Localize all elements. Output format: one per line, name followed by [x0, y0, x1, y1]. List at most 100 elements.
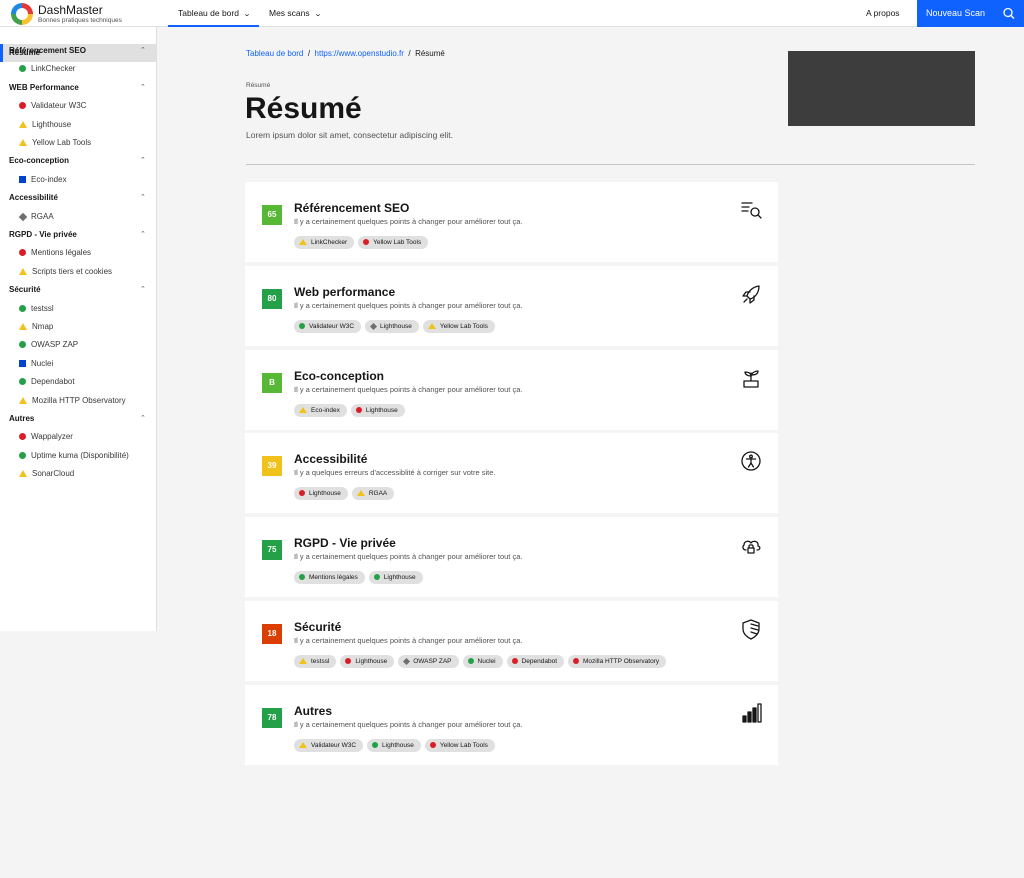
sidebar-category[interactable]: Eco-conception: [9, 156, 69, 166]
status-err-icon: [511, 658, 518, 664]
search-button[interactable]: [994, 0, 1024, 27]
divider: [246, 164, 975, 165]
card-title[interactable]: Web performance: [294, 285, 395, 299]
category-card[interactable]: B Eco-conception Il y a certainement quelq…: [245, 349, 778, 430]
chevron-up-icon[interactable]: ⌃: [140, 230, 146, 238]
sidebar-item[interactable]: Nmap: [19, 322, 53, 332]
chevron-up-icon[interactable]: ⌃: [140, 46, 146, 54]
tool-tag-label: Lighthouse: [365, 406, 398, 414]
sidebar-category[interactable]: WEB Performance: [9, 83, 79, 93]
sidebar-item[interactable]: Scripts tiers et cookies: [19, 267, 112, 277]
sidebar-category[interactable]: Sécurité: [9, 285, 41, 295]
tool-tag[interactable]: Validateur W3C: [294, 738, 364, 752]
tool-tag[interactable]: Lighthouse: [350, 403, 405, 417]
sidebar-item[interactable]: Uptime kuma (Disponibilité): [19, 451, 129, 461]
tool-tag-label: Validateur W3C: [311, 741, 357, 749]
new-scan-button[interactable]: Nouveau Scan: [917, 0, 994, 27]
tool-tag[interactable]: RGAA: [351, 487, 395, 501]
card-description: Il y a quelques erreurs d'accessiblité à…: [294, 468, 496, 478]
breadcrumb: Tableau de bord / https://www.openstudio…: [246, 49, 445, 59]
chevron-up-icon[interactable]: ⌃: [140, 83, 146, 91]
card-title[interactable]: Référencement SEO: [294, 201, 409, 215]
tool-tag[interactable]: testssl: [294, 655, 337, 668]
card-title[interactable]: Accessibilité: [294, 452, 367, 466]
sidebar-category[interactable]: Autres: [9, 414, 34, 424]
nav-mes-scans[interactable]: Mes scans ⌄: [269, 0, 322, 27]
tool-tag[interactable]: Nuclei: [462, 655, 503, 668]
category-card[interactable]: 65 Référencement SEO Il y a certainement q…: [245, 182, 778, 262]
sidebar-category[interactable]: Accessibilité: [9, 193, 58, 203]
card-title[interactable]: Autres: [294, 704, 332, 718]
tool-tag[interactable]: Mozilla HTTP Observatory: [568, 655, 667, 668]
sidebar-item[interactable]: Wappalyzer: [19, 432, 73, 442]
sidebar-item[interactable]: OWASP ZAP: [19, 340, 78, 350]
sidebar-item-label: Wappalyzer: [31, 432, 73, 442]
sidebar-item[interactable]: Dependabot: [19, 377, 75, 387]
status-warn-icon: [356, 490, 365, 497]
tool-tag-label: LinkChecker: [311, 239, 348, 246]
sidebar-item[interactable]: SonarCloud: [19, 469, 74, 479]
sidebar-item[interactable]: Nuclei: [19, 359, 53, 369]
top-header: DashMaster Bonnes pratiques techniques T…: [0, 0, 1024, 27]
tool-tag[interactable]: Validateur W3C: [294, 319, 362, 333]
sidebar-item[interactable]: LinkChecker: [19, 64, 75, 74]
card-title[interactable]: Eco-conception: [294, 369, 384, 383]
card-title[interactable]: Sécurité: [294, 620, 341, 634]
breadcrumb-site[interactable]: https://www.openstudio.fr: [315, 49, 404, 58]
page-description: Lorem ipsum dolor sit amet, consectetur …: [246, 130, 453, 140]
card-title[interactable]: RGPD - Vie privée: [294, 536, 396, 550]
sidebar-item[interactable]: Mozilla HTTP Observatory: [19, 396, 126, 406]
status-warn-icon: [19, 267, 27, 275]
tool-tag[interactable]: Lighthouse: [368, 571, 423, 585]
chevron-down-icon: ⌄: [313, 11, 322, 18]
category-card[interactable]: 75 RGPD - Vie privée Il y a certainement q…: [245, 517, 778, 598]
category-card[interactable]: 18 Sécurité Il y a certainement quelques p…: [245, 601, 778, 681]
tool-tag[interactable]: Yellow Lab Tools: [358, 236, 429, 249]
sidebar-item[interactable]: Validateur W3C: [19, 101, 86, 111]
tool-tag-label: Mozilla HTTP Observatory: [583, 658, 660, 665]
tool-tag[interactable]: Eco-index: [294, 403, 347, 417]
score-badge: B: [262, 372, 282, 393]
status-err-icon: [19, 102, 26, 110]
dashmaster-logo-icon[interactable]: [11, 3, 33, 25]
sidebar-item-label: Uptime kuma (Disponibilité): [31, 450, 129, 460]
category-card[interactable]: 39 Accessibilité Il y a quelques erreurs d…: [245, 433, 778, 514]
sidebar-category[interactable]: Référencement SEO: [9, 46, 86, 56]
tool-tag[interactable]: Mentions légales: [294, 571, 365, 585]
score-badge: 78: [262, 707, 282, 728]
sidebar-item[interactable]: Yellow Lab Tools: [19, 138, 91, 148]
cloud-lock-icon: [740, 534, 762, 556]
nav-a-propos[interactable]: A propos: [866, 0, 900, 27]
chevron-up-icon[interactable]: ⌃: [140, 156, 146, 164]
tool-tag[interactable]: LinkChecker: [294, 236, 355, 249]
chevron-up-icon[interactable]: ⌃: [140, 193, 146, 201]
nav-tableau-de-bord[interactable]: Tableau de bord ⌄: [168, 0, 259, 27]
tool-tag[interactable]: Lighthouse: [340, 655, 395, 668]
tool-tag[interactable]: Dependabot: [506, 655, 565, 668]
tool-tag-label: Lighthouse: [383, 574, 416, 582]
search-icon: [1003, 7, 1015, 19]
tool-tag[interactable]: OWASP ZAP: [398, 655, 459, 668]
sidebar-item-label: Mentions légales: [31, 248, 92, 258]
status-ok-icon: [372, 741, 379, 748]
chevron-up-icon[interactable]: ⌃: [140, 285, 146, 293]
brand-name[interactable]: DashMaster: [38, 4, 103, 16]
status-ok-icon: [19, 378, 26, 386]
tool-tag[interactable]: Lighthouse: [367, 738, 421, 752]
category-card[interactable]: 80 Web performance Il y a certainement que…: [245, 265, 778, 346]
category-card[interactable]: 78 Autres Il y a certainement quelques poi…: [245, 684, 778, 765]
tool-tag-label: Yellow Lab Tools: [439, 322, 488, 330]
breadcrumb-home[interactable]: Tableau de bord: [246, 49, 303, 58]
sidebar-item[interactable]: Lighthouse: [19, 120, 71, 130]
sidebar-item[interactable]: RGAA: [18, 212, 54, 222]
tool-tag[interactable]: Yellow Lab Tools: [424, 738, 495, 752]
sidebar-item[interactable]: Mentions légales: [19, 248, 91, 258]
tool-tag[interactable]: Lighthouse: [365, 319, 419, 333]
sidebar-category[interactable]: RGPD - Vie privée: [9, 230, 77, 240]
sidebar-item[interactable]: testssl: [19, 304, 54, 314]
chevron-up-icon[interactable]: ⌃: [140, 414, 146, 422]
tool-tag[interactable]: Yellow Lab Tools: [422, 319, 495, 333]
tool-tag[interactable]: Lighthouse: [294, 487, 348, 501]
sidebar-item[interactable]: Eco-index: [19, 175, 67, 185]
rocket-icon: [740, 283, 762, 305]
